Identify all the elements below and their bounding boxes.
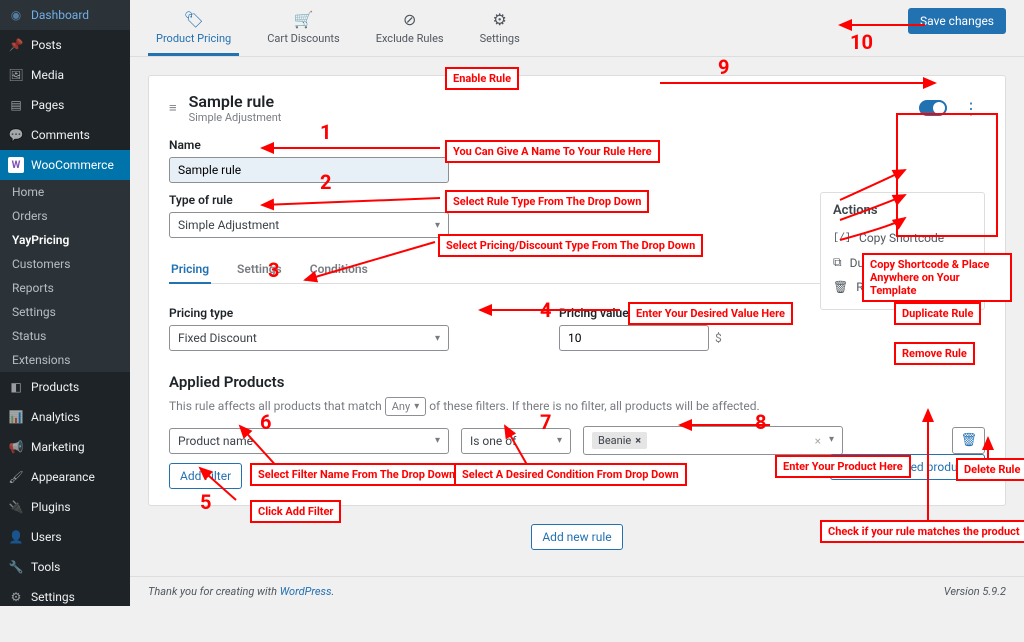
brush-icon: 🖌 — [8, 469, 24, 485]
sidebar-sub-extensions[interactable]: Extensions — [0, 348, 130, 372]
top-tabs: 🏷Product Pricing 🛒Cart Discounts ⊘Exclud… — [130, 0, 1024, 57]
pricing-value-label: Pricing value — [559, 306, 722, 320]
actions-title: Actions — [833, 203, 972, 218]
product-chip: Beanie× — [592, 432, 647, 449]
tab-exclude-rules[interactable]: ⊘Exclude Rules — [368, 6, 452, 56]
applied-hint: This rule affects all products that matc… — [169, 397, 985, 416]
add-filter-button[interactable]: Add Filter — [169, 463, 242, 489]
comments-icon: 💬 — [8, 127, 24, 143]
sidebar-sub-yaypricing[interactable]: YayPricing — [0, 228, 130, 252]
filter-row: Product name▾ Is one of▾ Beanie× × ▾ 🗑 — [169, 426, 985, 455]
action-copy-shortcode[interactable]: [/]Copy Shortcode — [833, 226, 972, 250]
match-type-select[interactable]: Any ▾ — [385, 397, 427, 416]
rule-menu-button[interactable]: ⋮ — [957, 97, 985, 120]
pin-icon: 📌 — [8, 37, 24, 53]
sidebar-item-settings[interactable]: ⚙Settings — [0, 582, 130, 612]
wordpress-link[interactable]: WordPress — [280, 585, 332, 598]
chevron-down-icon: ▾ — [435, 220, 440, 231]
delete-filter-button[interactable]: 🗑 — [952, 427, 985, 454]
analytics-icon: 📊 — [8, 409, 24, 425]
gear-icon: ⚙ — [8, 589, 24, 605]
sidebar-item-woocommerce[interactable]: WWooCommerce — [0, 150, 130, 180]
sidebar-item-comments[interactable]: 💬Comments — [0, 120, 130, 150]
rule-name-input[interactable] — [169, 157, 449, 183]
drag-icon[interactable]: ≡ — [169, 100, 177, 116]
media-icon: 🖼 — [8, 67, 24, 83]
filter-condition-select[interactable]: Is one of▾ — [461, 428, 571, 454]
clear-icon[interactable]: × — [815, 434, 821, 448]
chip-remove-icon[interactable]: × — [635, 434, 641, 447]
action-remove[interactable]: 🗑Remove — [833, 275, 972, 299]
actions-panel: Actions [/]Copy Shortcode ⧉Duplicate 🗑Re… — [820, 192, 985, 310]
sidebar-item-marketing[interactable]: 📢Marketing — [0, 432, 130, 462]
shortcode-icon: [/] — [833, 233, 851, 244]
collapse-icon: ◀ — [8, 619, 24, 635]
users-icon: 👤 — [8, 529, 24, 545]
chevron-down-icon: ▾ — [829, 434, 834, 448]
products-icon: ◧ — [8, 379, 24, 395]
rule-title: Sample rule — [189, 92, 282, 111]
sidebar-item-media[interactable]: 🖼Media — [0, 60, 130, 90]
trash-icon: 🗑 — [960, 433, 977, 448]
version-text: Version 5.9.2 — [944, 585, 1006, 598]
pricing-value-input[interactable] — [559, 325, 709, 351]
sidebar-item-analytics[interactable]: 📊Analytics — [0, 402, 130, 432]
currency-suffix: $ — [715, 331, 722, 345]
plugins-icon: 🔌 — [8, 499, 24, 515]
rule-type-select[interactable]: Simple Adjustment▾ — [169, 212, 449, 238]
chevron-down-icon: ▾ — [414, 401, 419, 412]
main-content: 🏷Product Pricing 🛒Cart Discounts ⊘Exclud… — [130, 0, 1024, 606]
sidebar-sub-settings[interactable]: Settings — [0, 300, 130, 324]
trash-icon: 🗑 — [833, 280, 848, 294]
pricing-type-label: Pricing type — [169, 306, 449, 320]
sidebar-sub-customers[interactable]: Customers — [0, 252, 130, 276]
sidebar-sub-home[interactable]: Home — [0, 180, 130, 204]
inner-tab-pricing[interactable]: Pricing — [169, 256, 211, 284]
pages-icon: ▤ — [8, 97, 24, 113]
dashboard-icon: ◉ — [8, 7, 24, 23]
check-matched-button[interactable]: Check matched products — [830, 454, 985, 480]
tools-icon: 🔧 — [8, 559, 24, 575]
sidebar-item-appearance[interactable]: 🖌Appearance — [0, 462, 130, 492]
add-new-rule-button[interactable]: Add new rule — [531, 524, 622, 550]
enable-rule-toggle[interactable] — [919, 100, 947, 116]
filter-value-select[interactable]: Beanie× × ▾ — [583, 426, 843, 455]
sidebar-collapse[interactable]: ◀Collapse menu — [0, 612, 130, 642]
tab-product-pricing[interactable]: 🏷Product Pricing — [148, 6, 239, 56]
chevron-down-icon: ▾ — [435, 333, 440, 344]
exclude-icon: ⊘ — [403, 10, 416, 29]
sidebar-item-posts[interactable]: 📌Posts — [0, 30, 130, 60]
save-changes-button[interactable]: Save changes — [908, 8, 1006, 34]
chevron-down-icon: ▾ — [557, 435, 562, 446]
action-duplicate[interactable]: ⧉Duplicate — [833, 250, 972, 275]
sidebar-sub-reports[interactable]: Reports — [0, 276, 130, 300]
inner-tab-conditions[interactable]: Conditions — [308, 256, 370, 284]
cart-icon: 🛒 — [294, 10, 314, 29]
duplicate-icon: ⧉ — [833, 255, 842, 270]
name-label: Name — [169, 138, 985, 152]
footer: Thank you for creating with WordPress. V… — [130, 576, 1024, 606]
rule-subtitle: Simple Adjustment — [189, 111, 282, 124]
sidebar-item-users[interactable]: 👤Users — [0, 522, 130, 552]
tag-icon: 🏷 — [183, 10, 203, 29]
sidebar-item-pages[interactable]: ▤Pages — [0, 90, 130, 120]
sidebar-sub-status[interactable]: Status — [0, 324, 130, 348]
woo-icon: W — [8, 157, 24, 173]
filter-field-select[interactable]: Product name▾ — [169, 428, 449, 454]
marketing-icon: 📢 — [8, 439, 24, 455]
sidebar-item-products[interactable]: ◧Products — [0, 372, 130, 402]
chevron-down-icon: ▾ — [435, 435, 440, 446]
pricing-type-select[interactable]: Fixed Discount▾ — [169, 325, 449, 351]
inner-tab-settings[interactable]: Settings — [235, 256, 284, 284]
rule-card: ≡ Sample rule Simple Adjustment ⋮ Name T… — [148, 75, 1006, 506]
tab-cart-discounts[interactable]: 🛒Cart Discounts — [259, 6, 347, 56]
sidebar-item-plugins[interactable]: 🔌Plugins — [0, 492, 130, 522]
applied-products-title: Applied Products — [169, 373, 985, 391]
sidebar-item-dashboard[interactable]: ◉Dashboard — [0, 0, 130, 30]
sidebar-item-tools[interactable]: 🔧Tools — [0, 552, 130, 582]
gear-icon: ⚙ — [493, 10, 507, 29]
admin-sidebar: ◉Dashboard 📌Posts 🖼Media ▤Pages 💬Comment… — [0, 0, 130, 606]
sidebar-sub-orders[interactable]: Orders — [0, 204, 130, 228]
tab-settings[interactable]: ⚙Settings — [472, 6, 528, 56]
